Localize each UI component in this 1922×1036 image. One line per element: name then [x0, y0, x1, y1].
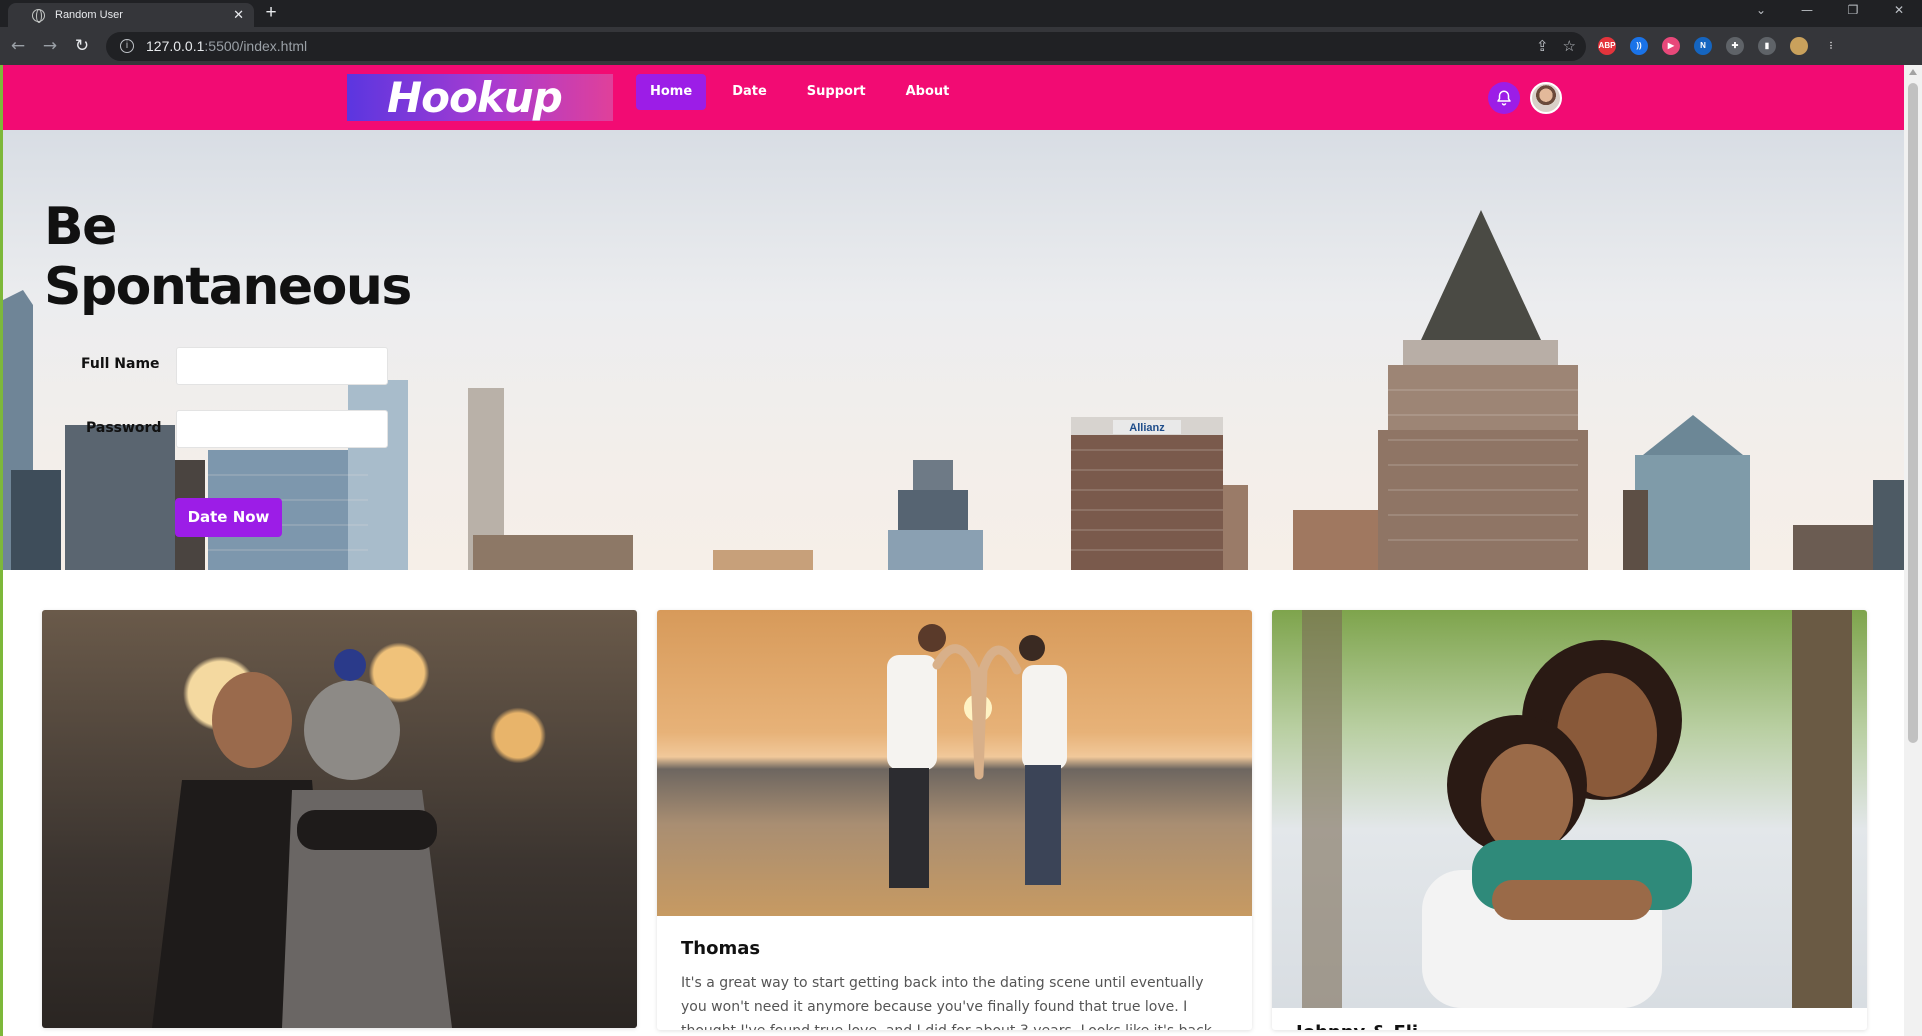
page-viewport: Hookup Home Date Support About Allianz B… — [0, 65, 1904, 1036]
couple-card-3[interactable]: Johnny & Eli — [1272, 610, 1867, 1030]
n-extension-icon[interactable]: N — [1694, 37, 1712, 55]
nav-links: Home Date Support About — [636, 74, 975, 110]
nav-link-home[interactable]: Home — [636, 74, 707, 110]
couple-card-1[interactable] — [42, 610, 637, 1028]
window-close-icon[interactable]: ✕ — [1876, 0, 1922, 20]
allianz-sign: Allianz — [1129, 422, 1165, 434]
audio-icon[interactable]: )) — [1630, 37, 1648, 55]
record-icon[interactable]: ▶ — [1662, 37, 1680, 55]
extension-icons: ABP)) ▶ N ✚ ▮ ⋮ — [1598, 37, 1840, 55]
puzzle-icon[interactable]: ✚ — [1726, 37, 1744, 55]
minimize-icon[interactable]: — — [1784, 0, 1830, 20]
restore-icon[interactable]: ❐ — [1830, 0, 1876, 20]
browser-toolbar: ← → ↻ i 127.0.0.1:5500/index.html ⇪ ☆ AB… — [0, 27, 1922, 65]
couple-illustration — [152, 649, 452, 1028]
hero-title: Be Spontaneous — [44, 197, 412, 317]
password-label: Password — [86, 420, 162, 436]
reload-icon[interactable]: ↻ — [68, 32, 96, 60]
bell-icon — [1497, 90, 1511, 106]
nav-link-support[interactable]: Support — [793, 74, 880, 110]
scrollbar-thumb[interactable] — [1908, 83, 1918, 743]
card-text: It's a great way to start getting back i… — [681, 975, 1212, 1030]
back-icon[interactable]: ← — [4, 32, 32, 60]
site-info-icon[interactable]: i — [120, 39, 134, 53]
beach-sunset-photo — [657, 610, 1252, 916]
password-input[interactable] — [176, 410, 388, 448]
site-navbar: Hookup Home Date Support About — [3, 65, 1904, 130]
nav-link-date[interactable]: Date — [718, 74, 781, 110]
browser-tab[interactable]: Random User ✕ — [8, 3, 254, 27]
window-controls: ⌄ — ❐ ✕ — [1738, 0, 1922, 20]
tab-close-icon[interactable]: ✕ — [233, 7, 244, 23]
page-scrollbar[interactable] — [1904, 65, 1922, 1036]
card-2-body: Thomas It's a great way to start getting… — [657, 916, 1252, 1030]
card-title: Johnny & Eli — [1296, 1022, 1843, 1030]
globe-icon — [32, 8, 45, 23]
scroll-up-icon[interactable] — [1909, 69, 1917, 75]
nav-link-about[interactable]: About — [892, 74, 964, 110]
notifications-button[interactable] — [1488, 82, 1520, 114]
card-3-body: Johnny & Eli — [1272, 1008, 1867, 1030]
couple-winter-photo — [42, 610, 637, 1028]
url-path: :5500/index.html — [204, 38, 308, 54]
card-title: Thomas — [681, 938, 761, 959]
beach-couple-illustration — [887, 624, 1067, 888]
sidepanel-icon[interactable]: ▮ — [1758, 37, 1776, 55]
url-host: 127.0.0.1 — [146, 38, 205, 54]
user-avatar[interactable] — [1530, 82, 1562, 114]
hero-title-line1: Be — [44, 197, 117, 257]
address-bar[interactable]: i 127.0.0.1:5500/index.html ⇪ ☆ — [106, 31, 1586, 61]
bookmark-star-icon[interactable]: ☆ — [1563, 37, 1576, 55]
abp-icon[interactable]: ABP — [1598, 37, 1616, 55]
happy-couple-photo — [1272, 610, 1867, 1008]
tab-title: Random User — [55, 9, 123, 21]
menu-icon[interactable]: ⋮ — [1822, 37, 1840, 55]
hug-couple-illustration — [1302, 610, 1852, 1008]
hero-title-line2: Spontaneous — [44, 257, 412, 317]
profile-icon[interactable] — [1790, 37, 1808, 55]
new-tab-button[interactable]: + — [258, 2, 284, 24]
share-icon[interactable]: ⇪ — [1536, 37, 1549, 55]
fullname-input[interactable] — [176, 347, 388, 385]
forward-icon[interactable]: → — [36, 32, 64, 60]
tab-search-icon[interactable]: ⌄ — [1738, 0, 1784, 20]
fullname-label: Full Name — [81, 356, 160, 372]
couple-card-2[interactable]: Thomas It's a great way to start getting… — [657, 610, 1252, 1030]
logo[interactable]: Hookup — [347, 74, 613, 121]
date-now-button[interactable]: Date Now — [175, 498, 282, 537]
browser-tab-strip: Random User ✕ + ⌄ — ❐ ✕ — [0, 0, 1922, 27]
